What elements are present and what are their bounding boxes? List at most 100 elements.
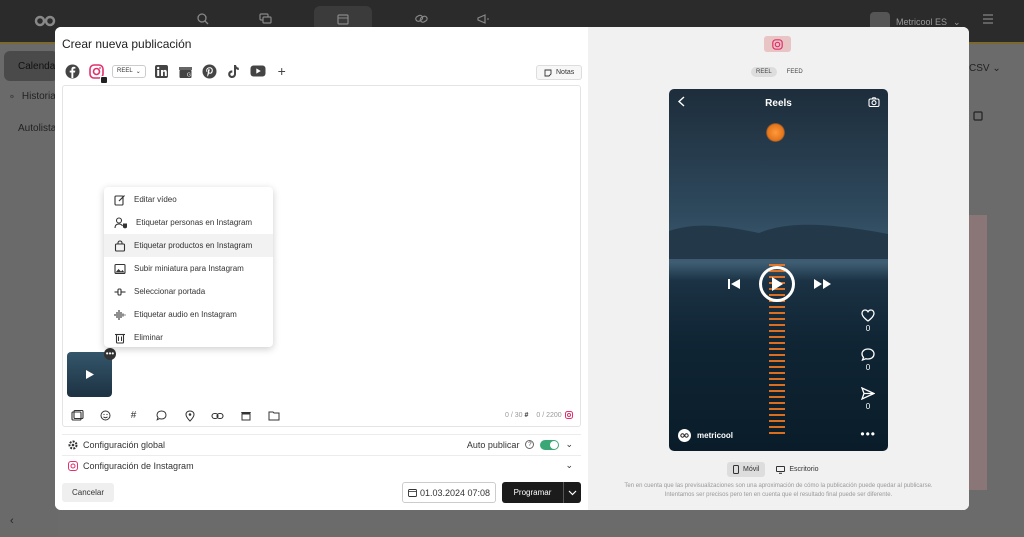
instagram-icon bbox=[564, 411, 573, 419]
cancel-button[interactable]: Cancelar bbox=[62, 483, 115, 502]
sidebar-item-history[interactable]: Historial bbox=[4, 81, 58, 111]
schedule-options-button[interactable] bbox=[563, 482, 581, 503]
tab-reel[interactable]: REEL bbox=[751, 67, 777, 77]
instagram-config-actions: ⌄ bbox=[565, 460, 573, 471]
cover-slider-icon bbox=[114, 287, 126, 296]
chevron-down-icon: ⌄ bbox=[953, 16, 961, 27]
account-name: Metricool ES bbox=[896, 17, 948, 27]
sunset-image bbox=[766, 123, 785, 142]
product-tag-icon[interactable] bbox=[239, 409, 252, 422]
edit-icon bbox=[114, 194, 125, 206]
account-handle: metricool bbox=[697, 431, 734, 440]
tiktok-icon[interactable] bbox=[226, 63, 242, 79]
mobile-icon bbox=[733, 465, 739, 474]
char-counter: 0 / 2200 bbox=[536, 411, 573, 419]
video-thumbnail[interactable] bbox=[67, 352, 112, 397]
menu-item-tag-products[interactable]: Etiquetar productos en Instagram bbox=[104, 234, 273, 257]
calendar-icon bbox=[408, 489, 417, 497]
trash-icon bbox=[115, 333, 125, 344]
audio-wave-icon bbox=[114, 309, 126, 320]
play-button[interactable] bbox=[759, 266, 795, 302]
shares-count: 0 bbox=[865, 402, 871, 411]
pinterest-icon[interactable] bbox=[202, 63, 218, 79]
instagram-icon bbox=[772, 38, 783, 50]
play-icon bbox=[772, 277, 783, 291]
emoji-icon[interactable] bbox=[99, 409, 112, 422]
post-type-select[interactable]: REEL ⌄ bbox=[112, 64, 146, 78]
device-tabs: Móvil Escritorio bbox=[727, 462, 825, 477]
help-icon[interactable]: ? bbox=[525, 440, 535, 449]
comment-icon[interactable] bbox=[155, 409, 168, 422]
menu-item-upload-thumbnail[interactable]: Subir miniatura para Instagram bbox=[104, 257, 273, 280]
svg-text:G: G bbox=[187, 72, 191, 78]
video-controls bbox=[727, 266, 833, 302]
likes-group: 0 bbox=[861, 309, 875, 333]
shopping-bag-icon bbox=[114, 239, 126, 252]
reels-title: Reels bbox=[765, 98, 792, 109]
folder-icon[interactable] bbox=[267, 409, 280, 422]
sidebar-item-calendar[interactable]: Calendario bbox=[4, 51, 66, 81]
chevron-down-icon: ⌄ bbox=[135, 68, 141, 75]
hashtag-icon[interactable]: # bbox=[127, 409, 140, 422]
add-network-icon[interactable]: + bbox=[274, 63, 290, 79]
youtube-icon[interactable] bbox=[250, 63, 266, 79]
instagram-preview-tab[interactable] bbox=[764, 36, 791, 52]
linkedin-icon[interactable] bbox=[154, 63, 170, 79]
schedule-button[interactable]: Programar bbox=[502, 482, 563, 503]
hamburger-menu-icon[interactable] bbox=[982, 14, 994, 24]
skip-back-icon[interactable] bbox=[727, 277, 741, 291]
gear-icon bbox=[68, 440, 78, 449]
chevron-down-icon bbox=[568, 490, 577, 495]
media-library-icon[interactable] bbox=[71, 409, 84, 422]
calendar-icon[interactable] bbox=[972, 110, 984, 122]
more-options-icon: ••• bbox=[860, 427, 876, 441]
schedule-date-picker[interactable]: 01.03.2024 07:08 bbox=[402, 482, 497, 503]
tab-mobile[interactable]: Móvil bbox=[727, 462, 766, 477]
send-icon bbox=[861, 387, 875, 400]
metricool-logo-icon bbox=[34, 15, 56, 27]
google-business-icon[interactable]: G bbox=[178, 63, 194, 79]
csv-button[interactable]: CSV ⌄ bbox=[969, 63, 1001, 74]
background-event-card bbox=[969, 215, 987, 490]
media-options-button[interactable]: ••• bbox=[104, 348, 116, 360]
chevron-down-icon[interactable]: ⌄ bbox=[565, 460, 573, 471]
create-post-modal: Crear nueva publicación REEL ⌄ G + Notas … bbox=[55, 27, 969, 510]
note-icon bbox=[544, 69, 552, 76]
composer-pane: Crear nueva publicación REEL ⌄ G + Notas … bbox=[55, 27, 588, 510]
hashtag-counter: 0 / 30 # bbox=[505, 411, 529, 419]
preview-pane: REEL FEED Reels 0 0 0 metricool ••• Móvi… bbox=[588, 27, 969, 510]
tab-feed[interactable]: FEED bbox=[782, 67, 808, 77]
tab-desktop[interactable]: Escritorio bbox=[770, 462, 824, 477]
heart-icon bbox=[861, 309, 875, 322]
global-config-row[interactable]: Configuración global Auto publicar ? ⌄ bbox=[62, 434, 581, 454]
image-icon bbox=[114, 263, 126, 274]
menu-item-tag-people[interactable]: Etiquetar personas en Instagram bbox=[104, 211, 273, 234]
auto-publish-toggle[interactable] bbox=[540, 439, 560, 450]
link-icon[interactable] bbox=[211, 409, 224, 422]
notes-button[interactable]: Notas bbox=[536, 65, 583, 80]
menu-item-edit-video[interactable]: Editar vídeo bbox=[104, 188, 273, 211]
sidebar-item-autolists[interactable]: Autolistas bbox=[4, 113, 61, 143]
facebook-icon[interactable] bbox=[64, 63, 80, 79]
instagram-icon bbox=[68, 460, 78, 471]
menu-item-delete[interactable]: Eliminar bbox=[104, 326, 273, 349]
menu-item-select-cover[interactable]: Seleccionar portada bbox=[104, 280, 273, 303]
menu-item-tag-audio[interactable]: Etiquetar audio en Instagram bbox=[104, 303, 273, 326]
instagram-config-row[interactable]: Configuración de Instagram ⌄ bbox=[62, 455, 581, 475]
collapse-sidebar-icon[interactable]: ‹ bbox=[10, 515, 14, 527]
location-icon[interactable] bbox=[183, 409, 196, 422]
instagram-icon[interactable] bbox=[88, 63, 108, 84]
camera-icon bbox=[868, 97, 880, 107]
network-selector: REEL ⌄ G + bbox=[64, 63, 290, 84]
chevron-down-icon[interactable]: ⌄ bbox=[565, 439, 573, 450]
comment-icon bbox=[861, 348, 875, 361]
metricool-avatar-icon bbox=[678, 429, 691, 442]
modal-title: Crear nueva publicación bbox=[62, 37, 192, 51]
counters: 0 / 30 # 0 / 2200 bbox=[505, 411, 573, 419]
auto-publish-group: Auto publicar ? ⌄ bbox=[466, 439, 573, 450]
fast-forward-icon[interactable] bbox=[813, 277, 833, 291]
editor-toolbar: # bbox=[71, 409, 280, 422]
sidebar: Calendario Historial Autolistas bbox=[0, 44, 66, 537]
phone-preview: Reels 0 0 0 metricool ••• bbox=[669, 89, 888, 451]
shares-group: 0 bbox=[861, 387, 875, 411]
